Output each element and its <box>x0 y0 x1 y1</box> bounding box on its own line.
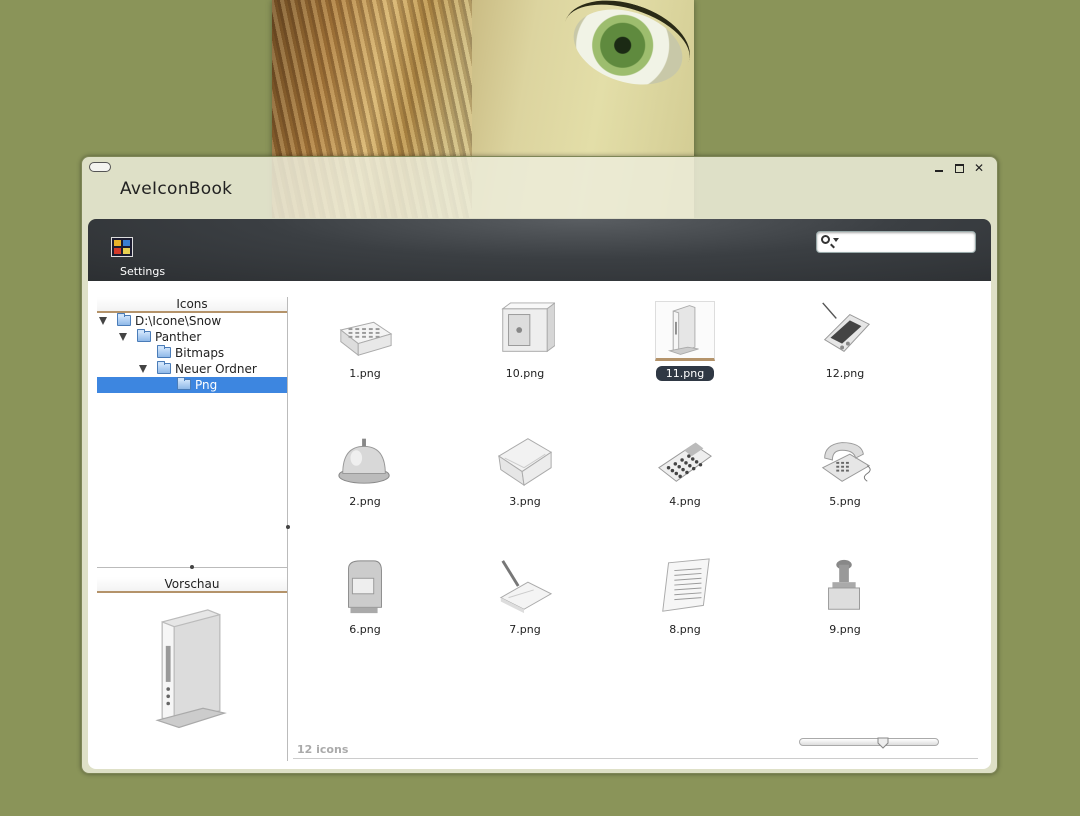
icon-filename-text: 1.png <box>349 367 381 380</box>
preview-panel-header: Vorschau <box>97 577 287 593</box>
settings-icon <box>111 237 133 257</box>
service-bell-icon <box>338 438 390 484</box>
calculator-icon <box>658 442 712 482</box>
search-input[interactable] <box>841 233 971 251</box>
zoom-slider-thumb[interactable] <box>877 737 889 749</box>
tree-node-label: Panther <box>155 330 202 344</box>
tree-node-label: D:\Icone\Snow <box>135 314 222 328</box>
tree-node-label: Png <box>195 378 218 392</box>
pda-icon <box>822 302 870 352</box>
zoom-slider[interactable] <box>799 737 939 749</box>
icon-filename: 4.png <box>620 495 750 508</box>
icon-filename: 3.png <box>460 495 590 508</box>
vertical-splitter[interactable] <box>286 297 292 761</box>
icon-tile[interactable]: 1.png <box>300 297 430 397</box>
minimize-button[interactable] <box>932 161 946 175</box>
horizontal-splitter[interactable] <box>97 565 287 569</box>
safe-icon <box>501 302 555 353</box>
icon-tile[interactable]: 7.png <box>460 553 590 653</box>
close-icon: ✕ <box>973 161 985 175</box>
icon-filename-text: 5.png <box>829 495 861 508</box>
icon-tile[interactable]: 5.png <box>780 425 910 525</box>
folder-icon <box>157 361 171 374</box>
folder-icon <box>157 345 171 358</box>
icon-tile[interactable]: 3.png <box>460 425 590 525</box>
icon-filename: 9.png <box>780 623 910 636</box>
chevron-down-icon[interactable] <box>833 238 839 242</box>
search-box[interactable] <box>816 231 976 253</box>
icon-tile[interactable]: 10.png <box>460 297 590 397</box>
icon-filename-text: 4.png <box>669 495 701 508</box>
icon-count: 12 icons <box>297 743 349 756</box>
icon-filename: 1.png <box>300 367 430 380</box>
tree-node-label: Bitmaps <box>175 346 225 360</box>
icon-filename: 12.png <box>780 367 910 380</box>
icon-filename-text: 11.png <box>655 366 715 381</box>
icon-grid: 1.png 10.png 11.png 12.png 2.png 3.png 4.png 5.… <box>300 297 980 752</box>
folder-icon <box>177 377 191 390</box>
settings-button[interactable]: Settings <box>106 235 180 281</box>
search-icon[interactable] <box>821 235 830 244</box>
grid-divider <box>293 758 978 759</box>
document-icon <box>662 558 710 612</box>
icon-filename-text: 8.png <box>669 623 701 636</box>
icon-filename-text: 7.png <box>509 623 541 636</box>
icon-filename: 11.png <box>620 366 750 381</box>
window-title: AveIconBook <box>120 179 233 199</box>
icon-tile[interactable]: 11.png <box>620 297 750 397</box>
icon-filename-text: 2.png <box>349 495 381 508</box>
icon-tile[interactable]: 9.png <box>780 553 910 653</box>
telephone-icon <box>821 442 871 482</box>
window-menu-button[interactable] <box>89 162 111 172</box>
sidebar: Icons D:\Icone\Snow Panther Bitmaps Neuer O… <box>97 297 287 759</box>
icon-filename-text: 9.png <box>829 623 861 636</box>
tree-node[interactable]: D:\Icone\Snow <box>97 313 287 329</box>
icon-filename: 7.png <box>460 623 590 636</box>
app-window: AveIconBook ✕ Settings Icons D:\Icone\Sn… <box>81 156 998 774</box>
icon-filename: 8.png <box>620 623 750 636</box>
preview-panel: Vorschau <box>97 577 287 729</box>
folder-tree: D:\Icone\Snow Panther Bitmaps Neuer Ordner P… <box>97 313 287 563</box>
toolbar: Settings <box>88 219 991 281</box>
icon-tile[interactable]: 4.png <box>620 425 750 525</box>
icon-tile[interactable]: 8.png <box>620 553 750 653</box>
icon-tile[interactable]: 2.png <box>300 425 430 525</box>
desktop-tower-icon <box>155 609 227 729</box>
tree-node[interactable]: Neuer Ordner <box>97 361 287 377</box>
close-button[interactable]: ✕ <box>972 161 986 175</box>
notepad-pen-icon <box>499 560 553 614</box>
icon-filename-text: 6.png <box>349 623 381 636</box>
tree-node[interactable]: Png <box>97 377 287 393</box>
expand-arrow-icon[interactable] <box>119 333 127 341</box>
mailbox-icon <box>348 560 382 614</box>
minimize-icon <box>935 170 943 172</box>
icon-filename: 10.png <box>460 367 590 380</box>
maximize-button[interactable] <box>952 161 966 175</box>
icon-filename: 6.png <box>300 623 430 636</box>
icon-filename: 2.png <box>300 495 430 508</box>
icon-filename: 5.png <box>780 495 910 508</box>
content-panel: Icons D:\Icone\Snow Panther Bitmaps Neuer O… <box>88 281 991 769</box>
folder-icon <box>117 313 131 326</box>
stamp-icon <box>828 559 860 610</box>
icons-panel-header: Icons <box>97 297 287 313</box>
icon-tile[interactable]: 12.png <box>780 297 910 397</box>
expand-arrow-icon[interactable] <box>139 365 147 373</box>
tree-node[interactable]: Panther <box>97 329 287 345</box>
settings-label: Settings <box>120 265 166 278</box>
tree-node-label: Neuer Ordner <box>175 362 257 376</box>
calendar-icon <box>339 321 393 357</box>
expand-arrow-icon[interactable] <box>99 317 107 325</box>
icon-filename-text: 10.png <box>505 367 545 380</box>
icon-filename-text: 3.png <box>509 495 541 508</box>
tree-node[interactable]: Bitmaps <box>97 345 287 361</box>
desktop-tower-icon <box>655 301 715 361</box>
folder-icon <box>137 329 151 342</box>
icon-filename-text: 12.png <box>825 367 865 380</box>
icon-tile[interactable]: 6.png <box>300 553 430 653</box>
envelope-icon <box>497 438 553 487</box>
maximize-icon <box>954 164 964 173</box>
